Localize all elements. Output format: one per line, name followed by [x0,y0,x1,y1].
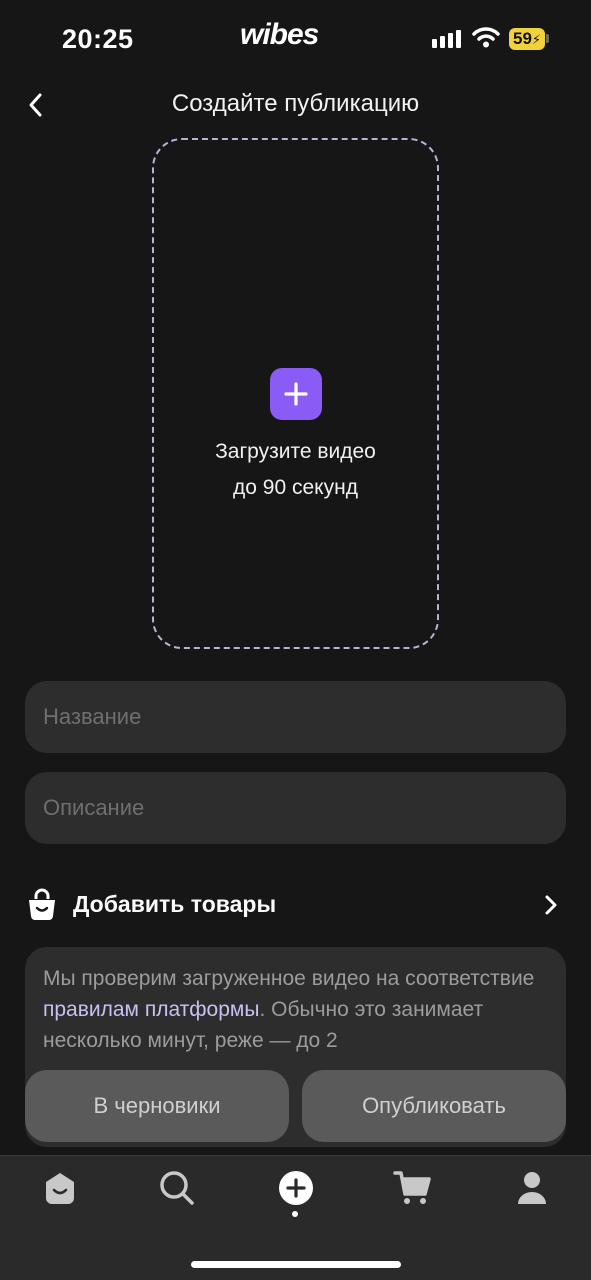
platform-rules-link[interactable]: правилам платформы [43,998,259,1021]
info-text-start: Мы проверим загруженное видео на соответ… [43,967,535,990]
add-products-label: Добавить товары [73,891,277,917]
upload-hint-limit: до 90 секунд [233,476,358,499]
search-icon[interactable] [157,1168,197,1208]
publish-button[interactable]: Опубликовать [302,1070,566,1142]
description-input[interactable] [25,772,566,844]
battery-level: 59 [513,29,532,48]
add-products-row[interactable]: Добавить товары [25,882,566,930]
upload-video-button[interactable] [270,368,322,420]
battery-indicator: 59⚡ [509,28,545,50]
home-indicator [191,1261,401,1268]
upload-hint-title: Загрузите видео [215,440,376,463]
page-title: Создайте публикацию [171,90,420,117]
create-icon[interactable] [276,1168,316,1208]
plus-icon [284,382,308,406]
battery-tip [546,34,549,43]
brand-logo: wibes [240,18,319,51]
wifi-icon [472,27,500,48]
bottom-tab-bar [0,1155,591,1280]
cart-icon[interactable] [393,1168,433,1208]
active-tab-indicator [292,1211,298,1217]
title-input[interactable] [25,681,566,753]
create-post-screen: 20:25 wibes 59⚡ Создайте публикацию Загр… [0,0,591,1280]
status-time: 20:25 [62,24,134,54]
profile-icon[interactable] [512,1168,552,1208]
chevron-right-icon [545,895,557,915]
save-draft-button[interactable]: В черновики [25,1070,289,1142]
shopping-bag-icon [29,888,55,920]
home-icon[interactable] [40,1168,80,1208]
cellular-signal-icon [432,30,461,48]
